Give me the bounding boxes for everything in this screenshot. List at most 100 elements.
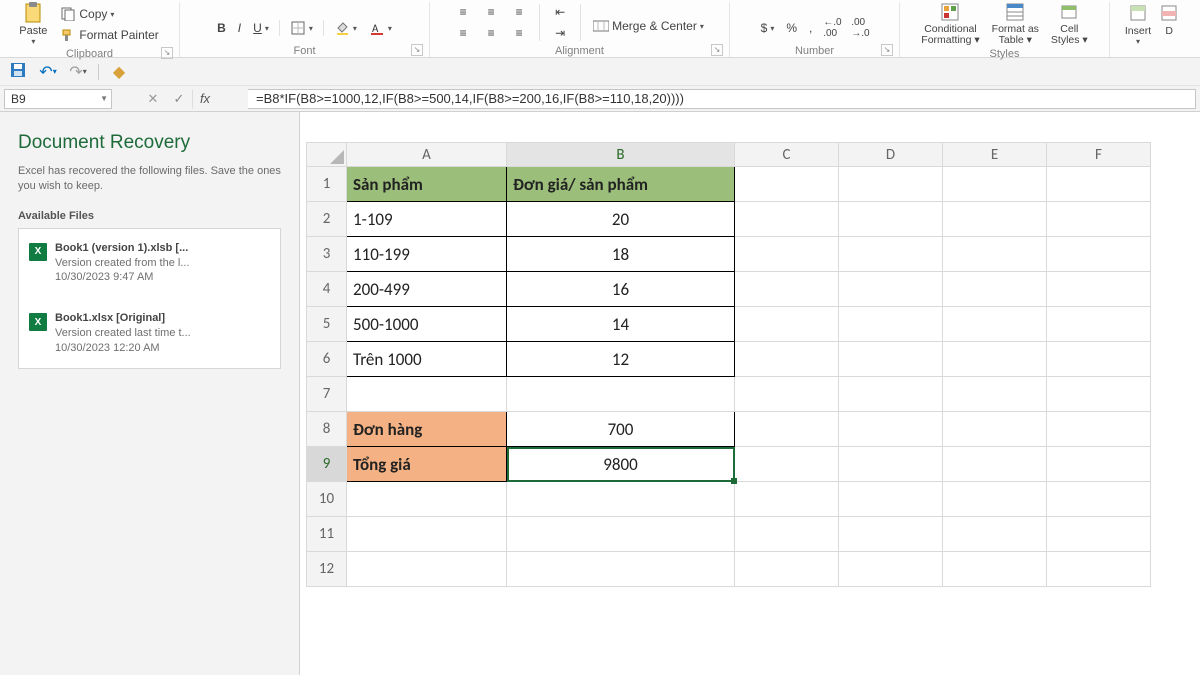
cell[interactable] (735, 272, 839, 307)
comma-button[interactable]: , (804, 19, 817, 37)
select-all-corner[interactable] (307, 143, 347, 167)
currency-button[interactable]: $▾ (756, 19, 780, 37)
cell[interactable] (507, 552, 735, 587)
cell[interactable]: 1-109 (347, 202, 507, 237)
italic-button[interactable]: I (233, 19, 246, 37)
row-header[interactable]: 4 (307, 272, 347, 307)
dialog-launcher-icon[interactable]: ↘ (161, 47, 173, 59)
col-header-C[interactable]: C (735, 143, 839, 167)
recovery-file-item[interactable]: Book1.xlsx [Original] Version created la… (23, 305, 276, 362)
cell[interactable] (943, 272, 1047, 307)
cell[interactable]: 110-199 (347, 237, 507, 272)
cell[interactable] (839, 412, 943, 447)
cell[interactable] (839, 447, 943, 482)
spreadsheet-grid[interactable]: A B C D E F 1 Sản phẩm Đơn giá/ sản phẩm… (300, 112, 1200, 675)
formula-input[interactable]: =B8*IF(B8>=1000,12,IF(B8>=500,14,IF(B8>=… (248, 89, 1196, 109)
cell-styles-button[interactable]: CellStyles ▾ (1047, 2, 1092, 46)
cell[interactable]: Trên 1000 (347, 342, 507, 377)
percent-button[interactable]: % (781, 19, 802, 37)
copy-button[interactable]: Copy ▾ (55, 4, 163, 24)
insert-function-button[interactable]: fx (192, 89, 218, 109)
format-painter-button[interactable]: Format Painter (55, 25, 163, 45)
cell[interactable] (943, 202, 1047, 237)
cell[interactable]: 500-1000 (347, 307, 507, 342)
cell[interactable] (839, 272, 943, 307)
cell[interactable] (839, 377, 943, 412)
cell-selected[interactable]: 9800 (507, 447, 735, 482)
cell[interactable] (347, 482, 507, 517)
dialog-launcher-icon[interactable]: ↘ (411, 44, 423, 56)
save-button[interactable] (8, 62, 28, 82)
cell[interactable] (839, 552, 943, 587)
align-middle-button[interactable]: ≡ (478, 2, 504, 22)
cell[interactable]: Đơn giá/ sản phẩm (507, 167, 735, 202)
merge-center-button[interactable]: Merge & Center ▾ (588, 16, 709, 36)
cell[interactable] (735, 202, 839, 237)
cell[interactable] (943, 412, 1047, 447)
cell[interactable] (507, 377, 735, 412)
bold-button[interactable]: B (212, 19, 231, 37)
decrease-decimal-button[interactable]: .00→.0 (847, 18, 873, 38)
borders-button[interactable]: ▾ (285, 18, 318, 38)
cell[interactable] (1047, 167, 1151, 202)
row-header[interactable]: 9 (307, 447, 347, 482)
cell[interactable]: 700 (507, 412, 735, 447)
font-color-button[interactable]: A ▾ (364, 18, 397, 38)
cell[interactable]: 18 (507, 237, 735, 272)
insert-cells-button[interactable]: Insert ▾ (1121, 2, 1155, 46)
align-center-button[interactable]: ≡ (478, 23, 504, 43)
cell[interactable] (1047, 412, 1151, 447)
increase-indent-button[interactable]: ⇥ (547, 23, 573, 43)
cell[interactable] (943, 307, 1047, 342)
cell[interactable] (735, 517, 839, 552)
cell[interactable] (839, 342, 943, 377)
row-header[interactable]: 6 (307, 342, 347, 377)
cell[interactable] (839, 167, 943, 202)
cell[interactable]: Tổng giá (347, 447, 507, 482)
col-header-F[interactable]: F (1047, 143, 1151, 167)
cell[interactable]: Đơn hàng (347, 412, 507, 447)
cell[interactable] (943, 342, 1047, 377)
cell[interactable] (1047, 447, 1151, 482)
cell[interactable] (735, 482, 839, 517)
cell[interactable] (735, 377, 839, 412)
row-header[interactable]: 8 (307, 412, 347, 447)
col-header-D[interactable]: D (839, 143, 943, 167)
cell[interactable] (735, 167, 839, 202)
cell[interactable] (943, 447, 1047, 482)
col-header-B[interactable]: B (507, 143, 735, 167)
cancel-formula-button[interactable]: ✕ (140, 89, 166, 109)
cell[interactable] (735, 342, 839, 377)
cell[interactable]: 12 (507, 342, 735, 377)
conditional-formatting-button[interactable]: ConditionalFormatting ▾ (917, 2, 983, 46)
format-as-table-button[interactable]: Format asTable ▾ (988, 2, 1043, 46)
row-header[interactable]: 12 (307, 552, 347, 587)
cell[interactable] (839, 202, 943, 237)
cell[interactable] (1047, 202, 1151, 237)
enter-formula-button[interactable]: ✓ (166, 89, 192, 109)
cell[interactable] (735, 307, 839, 342)
align-left-button[interactable]: ≡ (450, 23, 476, 43)
cell[interactable] (507, 517, 735, 552)
align-top-button[interactable]: ≡ (450, 2, 476, 22)
cell[interactable] (943, 237, 1047, 272)
col-header-E[interactable]: E (943, 143, 1047, 167)
redo-button[interactable]: ↷▾ (68, 62, 88, 82)
dialog-launcher-icon[interactable]: ↘ (881, 44, 893, 56)
fill-color-button[interactable]: ▾ (329, 18, 362, 38)
cell[interactable] (735, 412, 839, 447)
align-right-button[interactable]: ≡ (506, 23, 532, 43)
row-header[interactable]: 5 (307, 307, 347, 342)
cell[interactable] (1047, 307, 1151, 342)
cell[interactable] (1047, 377, 1151, 412)
cell[interactable]: 200-499 (347, 272, 507, 307)
dialog-launcher-icon[interactable]: ↘ (711, 44, 723, 56)
cell[interactable]: 20 (507, 202, 735, 237)
paste-button[interactable]: Paste ▾ (15, 2, 51, 46)
cell[interactable] (1047, 342, 1151, 377)
increase-decimal-button[interactable]: ←.0.00 (819, 18, 845, 38)
cell[interactable] (1047, 552, 1151, 587)
cell[interactable]: 14 (507, 307, 735, 342)
row-header[interactable]: 11 (307, 517, 347, 552)
row-header[interactable]: 10 (307, 482, 347, 517)
